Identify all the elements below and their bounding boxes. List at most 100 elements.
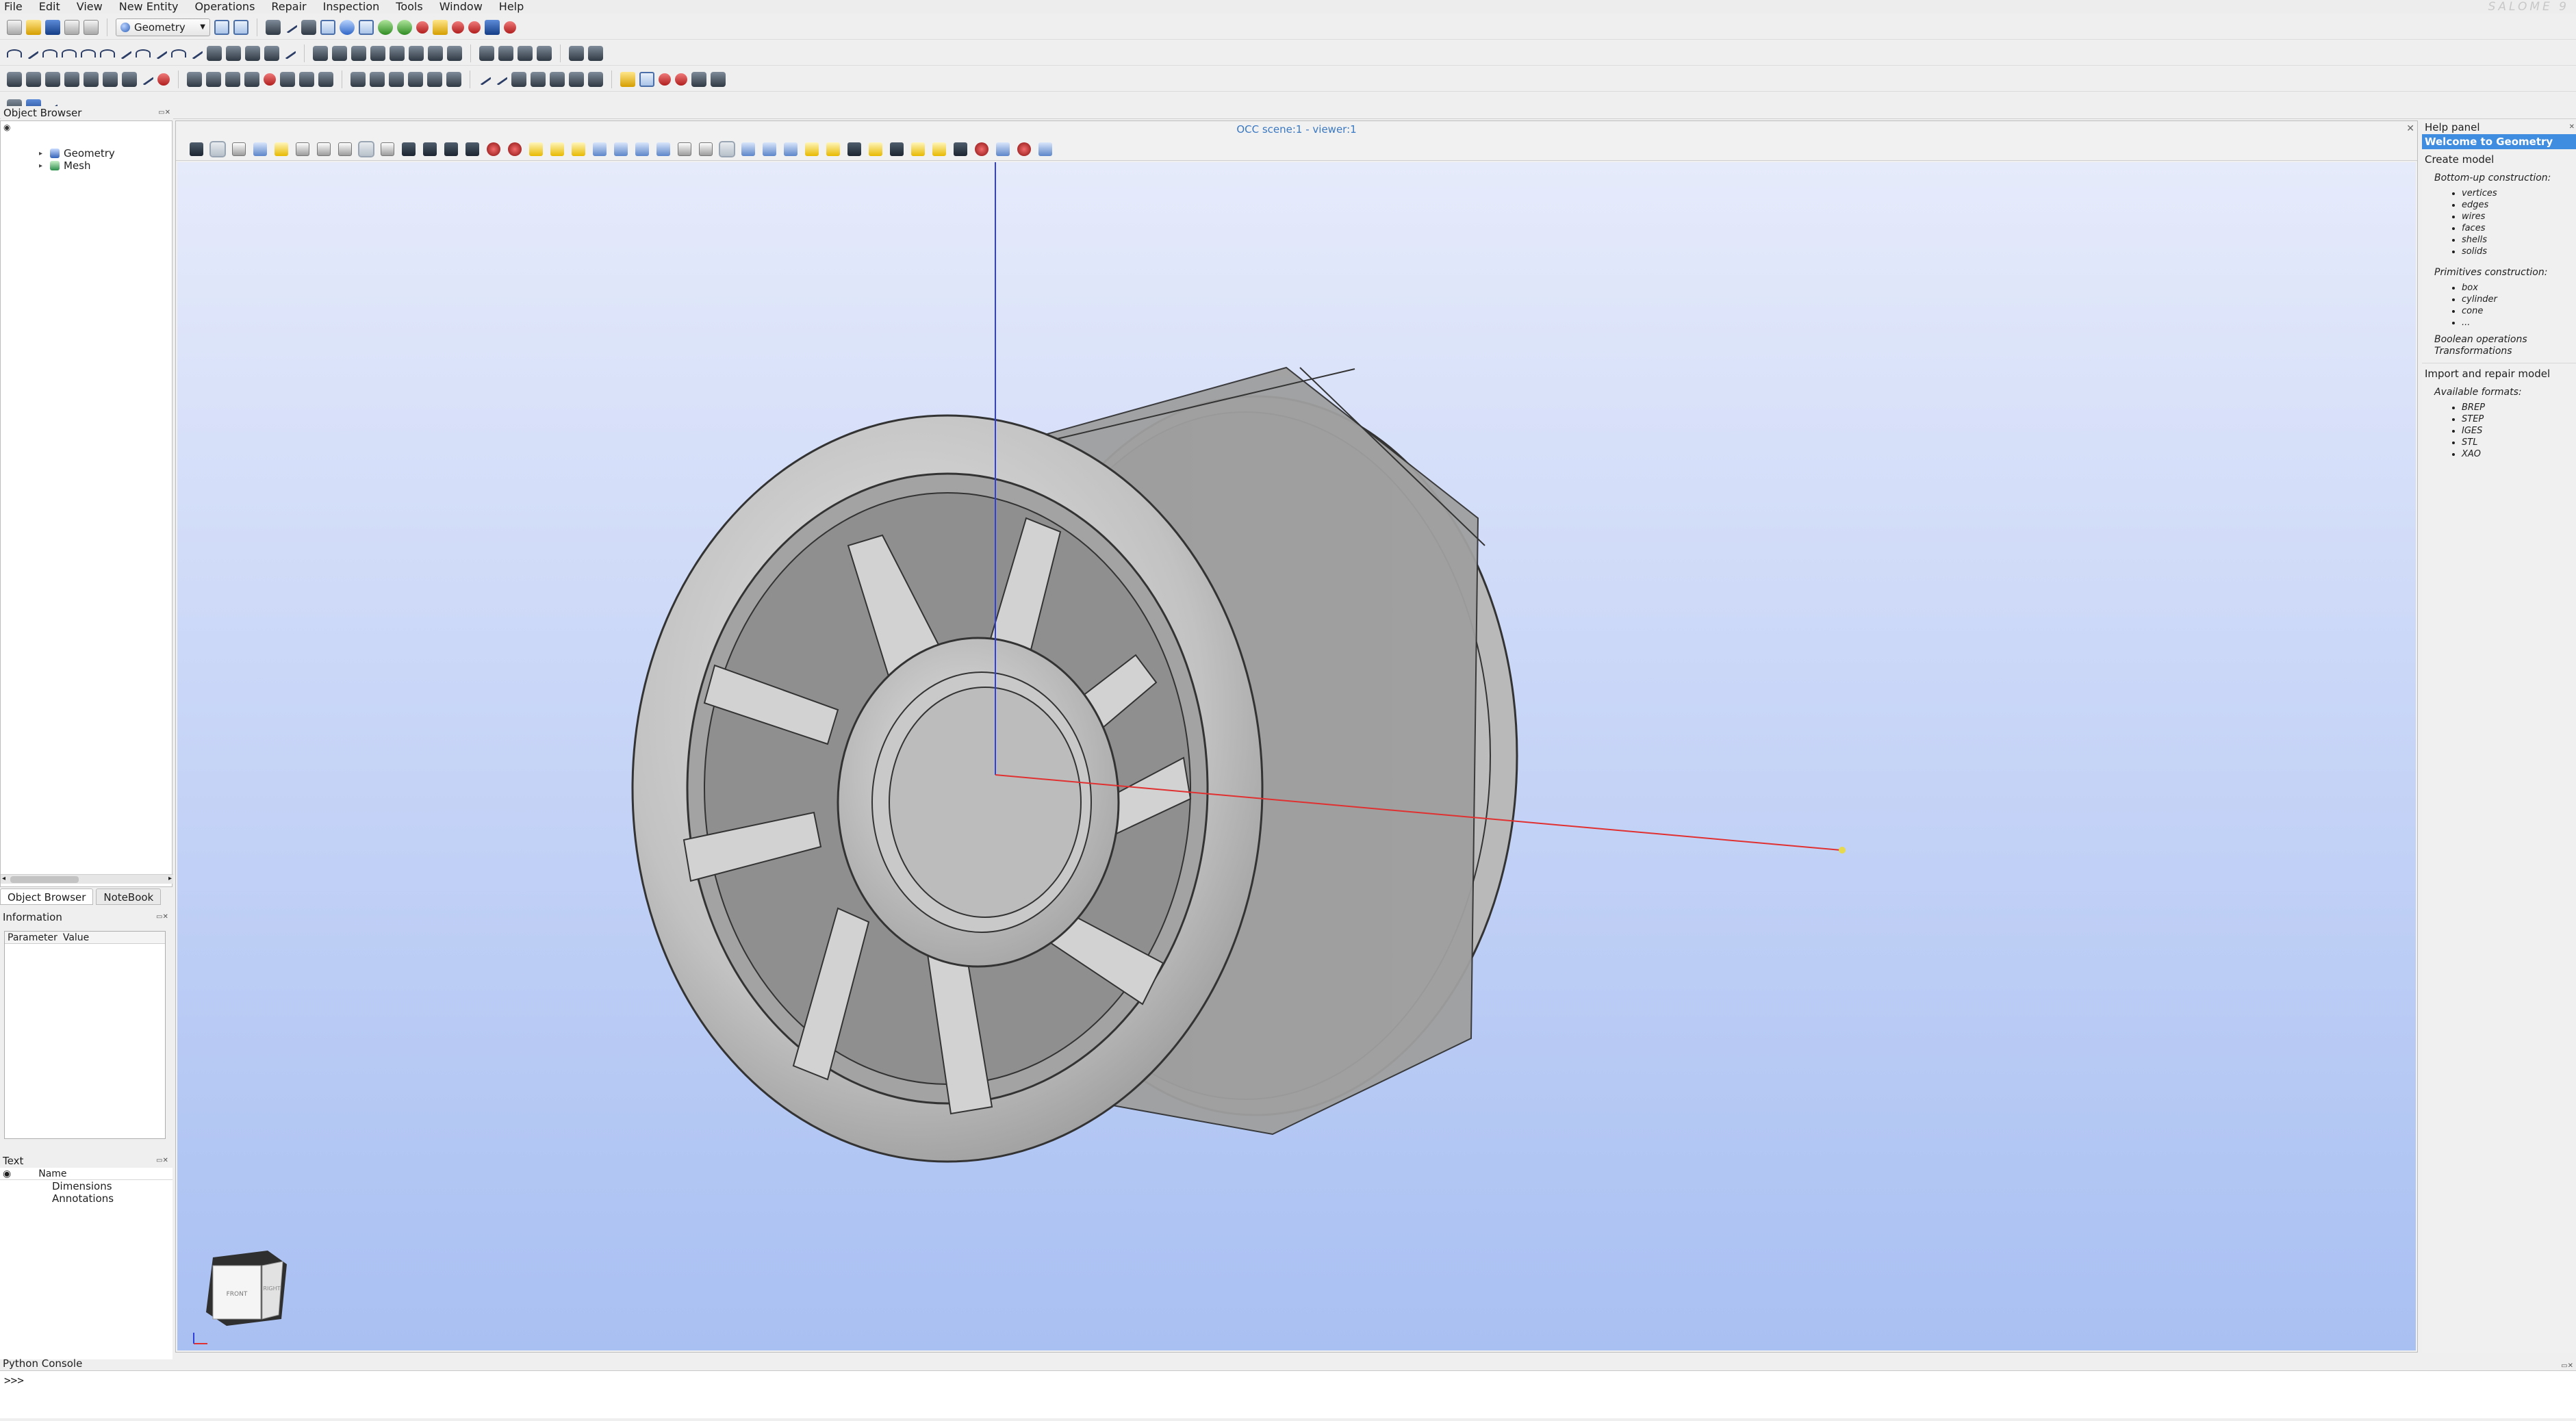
pan-icon[interactable] bbox=[487, 142, 500, 156]
global-pan-icon[interactable] bbox=[508, 142, 522, 156]
3d-viewport[interactable]: FRONT RIGHT bbox=[177, 162, 2416, 1350]
open-document-icon[interactable] bbox=[26, 19, 41, 35]
projection-icon[interactable] bbox=[122, 71, 137, 87]
check-shape-icon[interactable] bbox=[588, 71, 603, 87]
revolution-icon[interactable] bbox=[26, 71, 41, 87]
ambient-icon[interactable] bbox=[911, 142, 925, 156]
menu-tools[interactable]: Tools bbox=[387, 0, 431, 14]
view-cube[interactable]: FRONT RIGHT bbox=[206, 1251, 287, 1326]
pipe-icon[interactable] bbox=[64, 71, 79, 87]
record-icon[interactable] bbox=[504, 21, 516, 34]
fit-selection-icon[interactable] bbox=[444, 142, 458, 156]
ortho-projection-icon[interactable] bbox=[719, 140, 735, 157]
menu-operations[interactable]: Operations bbox=[186, 0, 263, 14]
select-icon[interactable] bbox=[320, 19, 335, 35]
polyline-icon[interactable] bbox=[171, 49, 186, 57]
3d-sketch-icon[interactable] bbox=[282, 47, 297, 60]
list-item[interactable]: Dimensions bbox=[0, 1180, 173, 1192]
suppress-faces-icon[interactable] bbox=[691, 71, 706, 87]
smooth-icon[interactable] bbox=[140, 73, 155, 86]
stereo-icon[interactable] bbox=[975, 142, 989, 156]
screenshot-icon[interactable] bbox=[996, 142, 1010, 156]
flag-icon[interactable] bbox=[468, 21, 481, 34]
view-right-icon[interactable] bbox=[656, 142, 670, 156]
inertia-icon[interactable] bbox=[531, 71, 546, 87]
box-icon[interactable] bbox=[313, 45, 328, 61]
multi-rotation-icon[interactable] bbox=[318, 71, 333, 87]
fit-all-icon[interactable] bbox=[402, 142, 416, 156]
tree-item-mesh[interactable]: ▸ Mesh bbox=[1, 159, 91, 172]
section-icon[interactable] bbox=[537, 45, 552, 61]
polygon-select-icon[interactable] bbox=[317, 142, 331, 156]
rectangle-select-icon[interactable] bbox=[296, 142, 309, 156]
paste-icon[interactable] bbox=[84, 19, 99, 35]
import-icon[interactable] bbox=[620, 71, 635, 87]
dock-float-close-icon[interactable]: ▭✕ bbox=[156, 1157, 168, 1164]
selection-style-icon[interactable] bbox=[253, 142, 267, 156]
view-bottom-icon[interactable] bbox=[614, 142, 628, 156]
view-back-icon[interactable] bbox=[572, 142, 585, 156]
fit-area-icon[interactable] bbox=[423, 142, 437, 156]
sketch-icon[interactable] bbox=[283, 21, 298, 34]
folder-icon[interactable] bbox=[359, 19, 374, 35]
ellipse-icon[interactable] bbox=[62, 49, 77, 57]
window-split-icon[interactable] bbox=[588, 45, 603, 61]
point-icon[interactable] bbox=[7, 49, 22, 57]
python-console-input[interactable]: >>> bbox=[0, 1370, 2576, 1418]
environment-icon[interactable] bbox=[932, 142, 946, 156]
clone-view-icon[interactable] bbox=[763, 142, 776, 156]
copy-icon[interactable] bbox=[64, 19, 79, 35]
cone-icon[interactable] bbox=[390, 45, 405, 61]
offset-icon[interactable] bbox=[103, 71, 118, 87]
surface-icon[interactable] bbox=[226, 45, 241, 61]
shape-process-icon[interactable] bbox=[427, 71, 442, 87]
gear-icon[interactable] bbox=[378, 19, 393, 35]
shape-icon[interactable] bbox=[301, 19, 316, 35]
cut-icon[interactable] bbox=[416, 21, 429, 34]
circle-select-icon[interactable] bbox=[338, 142, 352, 156]
torus-icon[interactable] bbox=[370, 45, 385, 61]
view-cube-toggle-icon[interactable] bbox=[1038, 142, 1052, 156]
arc-icon[interactable] bbox=[81, 49, 96, 57]
disk-icon[interactable] bbox=[428, 45, 443, 61]
zoom-icon[interactable] bbox=[466, 142, 479, 156]
memorize-view-icon[interactable] bbox=[805, 142, 819, 156]
glue-icon[interactable] bbox=[370, 71, 385, 87]
view-left-icon[interactable] bbox=[635, 142, 649, 156]
line-icon[interactable] bbox=[25, 47, 40, 60]
basic-properties-icon[interactable] bbox=[550, 71, 565, 87]
eye-icon[interactable]: ◉ bbox=[3, 1168, 11, 1179]
eye-icon[interactable]: ◉ bbox=[3, 123, 10, 132]
rotate-icon[interactable] bbox=[529, 142, 543, 156]
explode-icon[interactable] bbox=[446, 71, 461, 87]
restore-view-icon[interactable] bbox=[826, 142, 840, 156]
reset-icon[interactable] bbox=[741, 142, 755, 156]
common-icon[interactable] bbox=[498, 45, 513, 61]
graduated-axes-icon[interactable] bbox=[890, 142, 904, 156]
extrusion-icon[interactable] bbox=[7, 71, 22, 87]
axial-scale-icon[interactable] bbox=[869, 142, 882, 156]
bounding-box-icon[interactable] bbox=[511, 71, 526, 87]
lcs-icon[interactable] bbox=[153, 47, 168, 60]
measure-angle-icon[interactable] bbox=[494, 73, 509, 86]
mirror-icon[interactable] bbox=[244, 71, 259, 87]
rotate-clockwise-icon[interactable] bbox=[699, 142, 713, 156]
chamfer-icon[interactable] bbox=[408, 71, 423, 87]
filling-icon[interactable] bbox=[45, 71, 60, 87]
zooming-style-icon[interactable] bbox=[275, 142, 288, 156]
scroll-left-icon[interactable]: ◂ bbox=[2, 875, 5, 882]
cut-boolean-icon[interactable] bbox=[518, 45, 533, 61]
what-is-icon[interactable] bbox=[569, 71, 584, 87]
plane-icon[interactable] bbox=[136, 49, 151, 57]
keyboard-interaction-icon[interactable] bbox=[232, 142, 246, 156]
save-document-icon[interactable] bbox=[45, 19, 60, 35]
menu-view[interactable]: View bbox=[68, 0, 111, 14]
horizontal-scrollbar[interactable]: ◂ ▸ bbox=[1, 874, 173, 884]
disk-segment-icon[interactable] bbox=[447, 45, 462, 61]
menu-window[interactable]: Window bbox=[431, 0, 491, 14]
repair-icon[interactable] bbox=[659, 73, 671, 86]
wheel-hub[interactable] bbox=[837, 637, 1120, 968]
menu-repair[interactable]: Repair bbox=[263, 0, 314, 14]
window-icon[interactable] bbox=[569, 45, 584, 61]
close-icon[interactable]: ✕ bbox=[2406, 123, 2414, 134]
